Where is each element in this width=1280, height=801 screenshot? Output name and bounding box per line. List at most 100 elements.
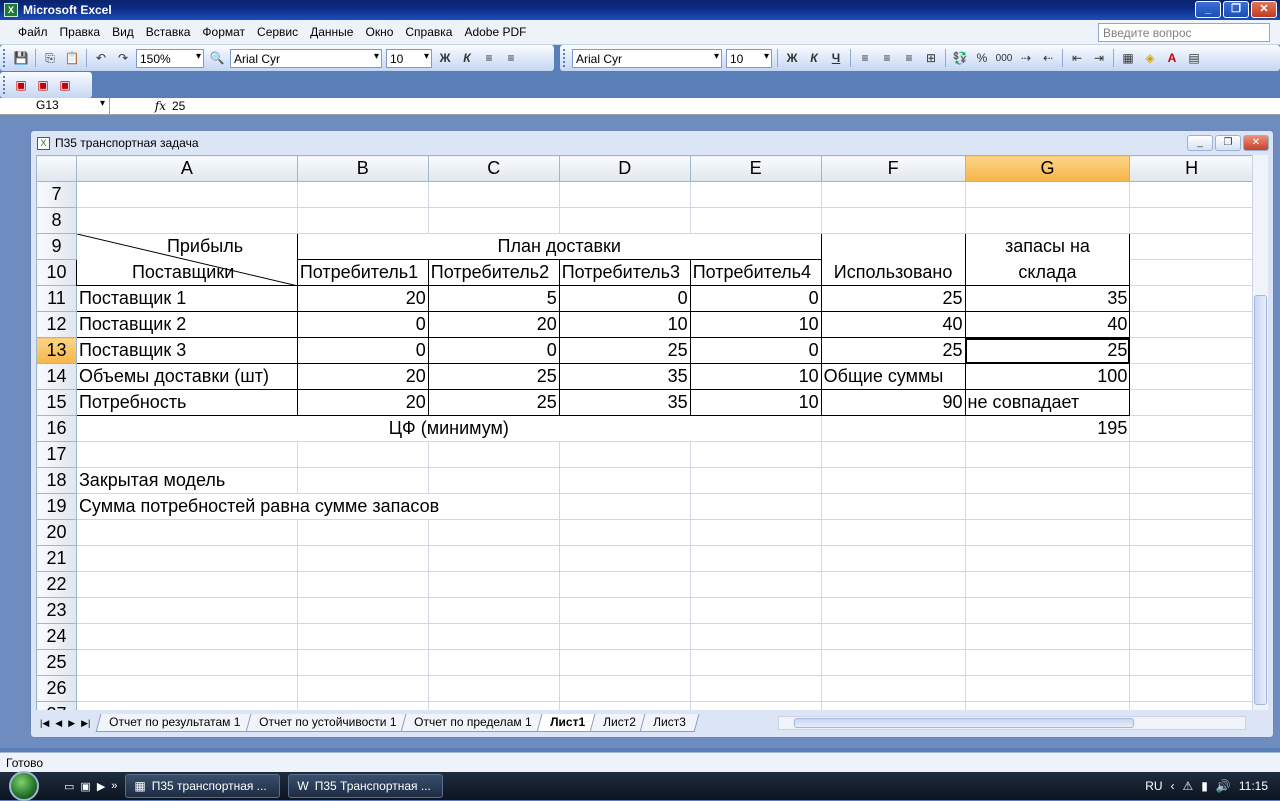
cell-e15[interactable]: 10 xyxy=(689,389,822,416)
bold-button[interactable]: Ж xyxy=(435,48,455,68)
cell[interactable] xyxy=(964,623,1131,650)
cell[interactable] xyxy=(689,493,822,520)
align-right-icon[interactable]: ≡ xyxy=(899,48,919,68)
align-center-icon[interactable]: ≡ xyxy=(877,48,897,68)
cell[interactable] xyxy=(1129,285,1254,312)
cell-g12[interactable]: 40 xyxy=(964,311,1131,338)
cell[interactable] xyxy=(964,545,1131,572)
row-header[interactable]: 21 xyxy=(36,545,77,572)
cell[interactable] xyxy=(296,467,429,494)
cell[interactable] xyxy=(558,467,691,494)
taskbar-word-button[interactable]: W П35 Транспортная ... xyxy=(288,774,444,798)
cell[interactable] xyxy=(296,207,429,234)
power-icon[interactable]: ▮ xyxy=(1201,779,1208,793)
menu-file[interactable]: Файл xyxy=(12,25,54,39)
cell[interactable] xyxy=(427,207,560,234)
cell[interactable] xyxy=(427,623,560,650)
cell[interactable] xyxy=(75,441,298,468)
cell[interactable] xyxy=(1129,545,1254,572)
row-header[interactable]: 24 xyxy=(36,623,77,650)
cell[interactable] xyxy=(558,207,691,234)
font-size-select-2[interactable]: 10 xyxy=(726,48,772,68)
network-icon[interactable]: ⚠ xyxy=(1183,779,1194,793)
cell[interactable] xyxy=(558,571,691,598)
toolbar-grip[interactable] xyxy=(563,49,566,67)
row-header[interactable]: 7 xyxy=(36,181,77,208)
row-header[interactable]: 15 xyxy=(36,389,77,416)
tray-expand-icon[interactable]: ‹ xyxy=(1171,779,1175,793)
row-header[interactable]: 22 xyxy=(36,571,77,598)
cell-b11[interactable]: 20 xyxy=(296,285,429,312)
cell-f14[interactable]: Общие суммы xyxy=(820,363,966,390)
cell[interactable] xyxy=(1129,337,1254,364)
cell-g14[interactable]: 100 xyxy=(964,363,1131,390)
font-size-select[interactable]: 10 xyxy=(386,48,432,68)
vertical-scrollbar[interactable] xyxy=(1252,155,1268,710)
decrease-decimal-icon[interactable]: ⇠ xyxy=(1038,48,1058,68)
cell[interactable] xyxy=(820,545,966,572)
cell-a14[interactable]: Объемы доставки (шт) xyxy=(75,363,298,390)
row-header[interactable]: 10 xyxy=(36,259,77,286)
cell-c14[interactable]: 25 xyxy=(427,363,560,390)
cell[interactable] xyxy=(558,493,691,520)
column-header-e[interactable]: E xyxy=(689,155,822,182)
cell[interactable] xyxy=(820,675,966,702)
cell-b9[interactable]: План доставки xyxy=(296,233,822,260)
cell[interactable] xyxy=(75,623,298,650)
cell[interactable] xyxy=(964,207,1131,234)
save-icon[interactable]: 💾 xyxy=(11,48,31,68)
cell-c10[interactable]: Потребитель2 xyxy=(427,259,560,286)
fill-color-icon[interactable]: ◈ xyxy=(1140,48,1160,68)
bold-button-2[interactable]: Ж xyxy=(782,48,802,68)
cell[interactable] xyxy=(296,441,429,468)
cell[interactable] xyxy=(427,701,560,710)
cell[interactable] xyxy=(427,675,560,702)
cell[interactable] xyxy=(689,701,822,710)
menu-edit[interactable]: Правка xyxy=(54,25,107,39)
name-box[interactable]: G13 xyxy=(0,97,110,115)
cell[interactable] xyxy=(75,597,298,624)
cell[interactable] xyxy=(689,207,822,234)
menu-tools[interactable]: Сервис xyxy=(251,25,304,39)
menu-data[interactable]: Данные xyxy=(304,25,359,39)
cell[interactable] xyxy=(75,545,298,572)
cell-d10[interactable]: Потребитель3 xyxy=(558,259,691,286)
cell[interactable] xyxy=(820,415,966,442)
cell[interactable] xyxy=(75,181,298,208)
last-sheet-icon[interactable]: ▶| xyxy=(81,718,90,729)
column-header-d[interactable]: D xyxy=(558,155,691,182)
column-header-f[interactable]: F xyxy=(820,155,966,182)
pdf-email-icon[interactable]: ▣ xyxy=(33,75,53,95)
cell[interactable] xyxy=(296,675,429,702)
cell[interactable] xyxy=(820,441,966,468)
cell-c12[interactable]: 20 xyxy=(427,311,560,338)
align-left-icon[interactable]: ≡ xyxy=(479,48,499,68)
cell[interactable] xyxy=(964,519,1131,546)
cell-f11[interactable]: 25 xyxy=(820,285,966,312)
cell[interactable] xyxy=(558,545,691,572)
cell[interactable] xyxy=(820,649,966,676)
select-all-corner[interactable] xyxy=(36,155,77,182)
cell[interactable] xyxy=(427,649,560,676)
cell[interactable] xyxy=(964,701,1131,710)
cell-d12[interactable]: 10 xyxy=(558,311,691,338)
cell[interactable] xyxy=(1129,441,1254,468)
cell[interactable] xyxy=(296,597,429,624)
cell[interactable] xyxy=(689,649,822,676)
cell[interactable] xyxy=(964,571,1131,598)
taskbar-excel-button[interactable]: ▦ П35 транспортная ... xyxy=(125,774,281,798)
merge-center-icon[interactable]: ⊞ xyxy=(921,48,941,68)
start-button[interactable] xyxy=(0,771,48,801)
menu-help[interactable]: Справка xyxy=(399,25,458,39)
cell-b14[interactable]: 20 xyxy=(296,363,429,390)
cell[interactable] xyxy=(1129,311,1254,338)
align-left-icon[interactable]: ≡ xyxy=(855,48,875,68)
workbook-close-button[interactable]: ✕ xyxy=(1243,135,1269,151)
row-header[interactable]: 14 xyxy=(36,363,77,390)
copy-icon[interactable]: ⎘ xyxy=(40,48,60,68)
cell[interactable] xyxy=(558,441,691,468)
cell[interactable] xyxy=(558,519,691,546)
row-header[interactable]: 25 xyxy=(36,649,77,676)
cell[interactable] xyxy=(689,467,822,494)
workbook-restore-button[interactable]: ❐ xyxy=(1215,135,1241,151)
